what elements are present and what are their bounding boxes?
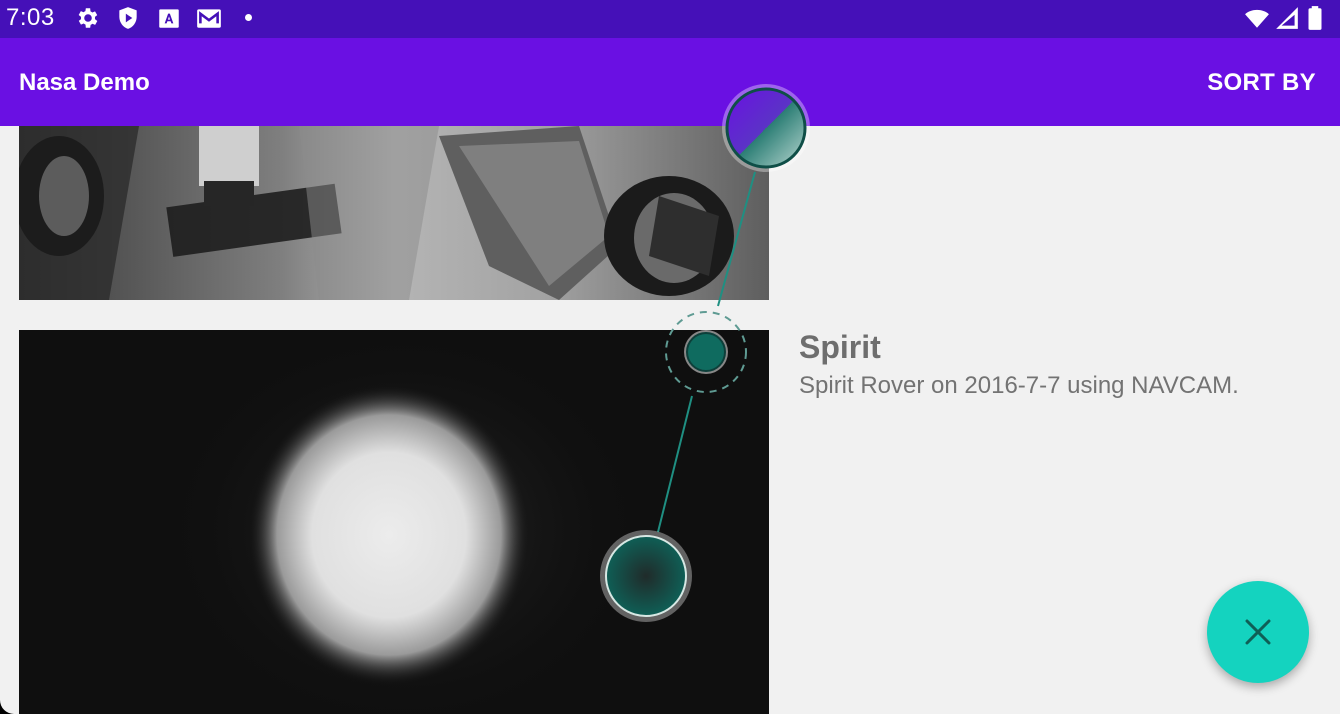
battery-icon (1305, 5, 1331, 31)
gmail-icon (195, 5, 221, 31)
text-a-icon (156, 5, 182, 31)
rover-photo[interactable] (19, 126, 769, 300)
close-icon (1245, 619, 1271, 645)
screen: 7:03 Nasa Demo SORT BY Spirit Spirit Rov… (0, 0, 1340, 714)
app-bar: Nasa Demo SORT BY (0, 38, 1340, 126)
item-subtitle: Spirit Rover on 2016-7-7 using NAVCAM. (799, 372, 1239, 399)
status-bar: 7:03 (0, 0, 1340, 38)
settings-icon (75, 5, 101, 31)
signal-icon (1274, 5, 1300, 31)
wifi-icon (1244, 5, 1270, 31)
planet-photo[interactable] (19, 330, 769, 714)
close-fab[interactable] (1207, 581, 1309, 683)
shield-icon (115, 5, 141, 31)
sort-by-button[interactable]: SORT BY (1207, 69, 1316, 97)
status-time: 7:03 (6, 4, 55, 31)
item-title: Spirit (799, 329, 881, 365)
app-title: Nasa Demo (19, 69, 150, 96)
dot-icon (245, 14, 252, 21)
